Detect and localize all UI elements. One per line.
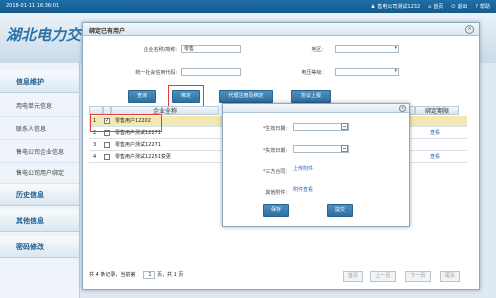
help-link[interactable]: ? 帮助 xyxy=(475,3,490,11)
company-input[interactable]: 零售 xyxy=(181,45,241,53)
row-view-link[interactable]: 查看 xyxy=(430,128,440,139)
pager-summary-suffix: 页，共 1 页 xyxy=(157,272,184,278)
home-icon: ⌂ xyxy=(428,3,432,10)
row-checkbox[interactable] xyxy=(104,142,110,148)
credit-code-input[interactable] xyxy=(181,68,241,76)
close-icon[interactable]: × xyxy=(399,105,406,112)
start-date-label: *生效日期: xyxy=(262,126,287,132)
calendar-icon[interactable] xyxy=(341,123,348,130)
selected-row-highlight xyxy=(90,114,162,132)
user-menu[interactable]: ♟ 售电公司测试1232 xyxy=(370,3,420,11)
region-label: 地区: xyxy=(311,47,323,53)
end-date-label: *失效日期: xyxy=(262,148,287,154)
voltage-select[interactable] xyxy=(335,68,399,76)
row-view-link[interactable]: 查看 xyxy=(430,152,440,163)
datetime: 2018-01-11 16:36:01 xyxy=(6,3,60,9)
pager-next-button[interactable]: 下一页 xyxy=(405,271,431,282)
calendar-icon[interactable] xyxy=(341,145,348,152)
row-name: 零售用户测试12251变更 xyxy=(115,154,171,160)
voltage-label: 电压等级: xyxy=(301,70,323,76)
row-checkbox[interactable] xyxy=(104,154,110,160)
sidebar-item-company[interactable]: 售电公司企业信息 xyxy=(0,142,79,163)
close-icon[interactable]: × xyxy=(465,25,474,34)
credit-code-label: 统一社会信用代码: xyxy=(135,70,177,76)
page-input[interactable]: 1 xyxy=(143,271,155,279)
query-button[interactable]: 查询 xyxy=(128,90,156,103)
company-label: 企业名称/简称: xyxy=(143,47,177,53)
top-bar: 2018-01-11 16:36:01 ♟ 售电公司测试1232 ⌂ 首页 ⏻ 退出 … xyxy=(0,0,496,13)
sidebar-section-info[interactable]: 信息维护 xyxy=(0,71,79,93)
logout-link[interactable]: ⏻ 退出 xyxy=(451,3,467,11)
sidebar-item-units[interactable]: 用电单元信息 xyxy=(0,96,79,117)
pager-last-button[interactable]: 尾页 xyxy=(440,271,460,282)
help-icon: ? xyxy=(475,3,478,10)
submit-button[interactable]: 提交 xyxy=(327,204,353,217)
dialog-header: × xyxy=(223,104,409,113)
other-attachment-label: 其他附件: xyxy=(265,190,287,196)
sidebar-section-other[interactable]: 其他信息 xyxy=(0,210,79,232)
agreement-report-button[interactable]: 协议上报 xyxy=(291,90,331,103)
view-attachment-link[interactable]: 附件查看 xyxy=(293,185,313,196)
upload-attachment-link[interactable]: 上传附件 xyxy=(293,164,313,175)
home-link[interactable]: ⌂ 首页 xyxy=(428,3,443,11)
binding-date-dialog: × *生效日期: *失效日期: *三方合同: 上传附件 其他附件: 附件查看 保… xyxy=(222,103,410,227)
pager-first-button[interactable]: 首页 xyxy=(343,271,363,282)
contract-label: *三方合同: xyxy=(262,169,287,175)
sidebar-item-contacts[interactable]: 联系人信息 xyxy=(0,119,79,140)
pager-summary-prefix: 共 4 条记录，当前第 xyxy=(89,272,136,278)
sidebar-section-password[interactable]: 密码修改 xyxy=(0,236,79,258)
pager: 共 4 条记录，当前第 1 页，共 1 页 首页 上一页 下一页 尾页 xyxy=(89,270,469,282)
agent-register-button[interactable]: 代理注册及绑定 xyxy=(219,90,273,103)
region-select[interactable] xyxy=(335,45,399,53)
pager-prev-button[interactable]: 上一页 xyxy=(370,271,396,282)
logout-icon: ⏻ xyxy=(451,3,456,10)
sidebar-item-binding[interactable]: 售电公司用户绑定 xyxy=(0,163,79,184)
row-name: 零售用户测试12271 xyxy=(115,142,161,148)
modal-header: 绑定已有用户 × xyxy=(83,23,479,36)
sidebar: 信息维护 用电单元信息 联系人信息 售电公司企业信息 售电公司用户绑定 历史信息… xyxy=(0,63,80,298)
user-icon: ♟ xyxy=(370,3,376,10)
sidebar-section-history[interactable]: 历史信息 xyxy=(0,184,79,206)
modal-title: 绑定已有用户 xyxy=(89,28,126,35)
table-header-term: 绑定期限 xyxy=(415,106,459,115)
save-button[interactable]: 保存 xyxy=(263,204,289,217)
bind-button-highlight xyxy=(168,85,204,107)
